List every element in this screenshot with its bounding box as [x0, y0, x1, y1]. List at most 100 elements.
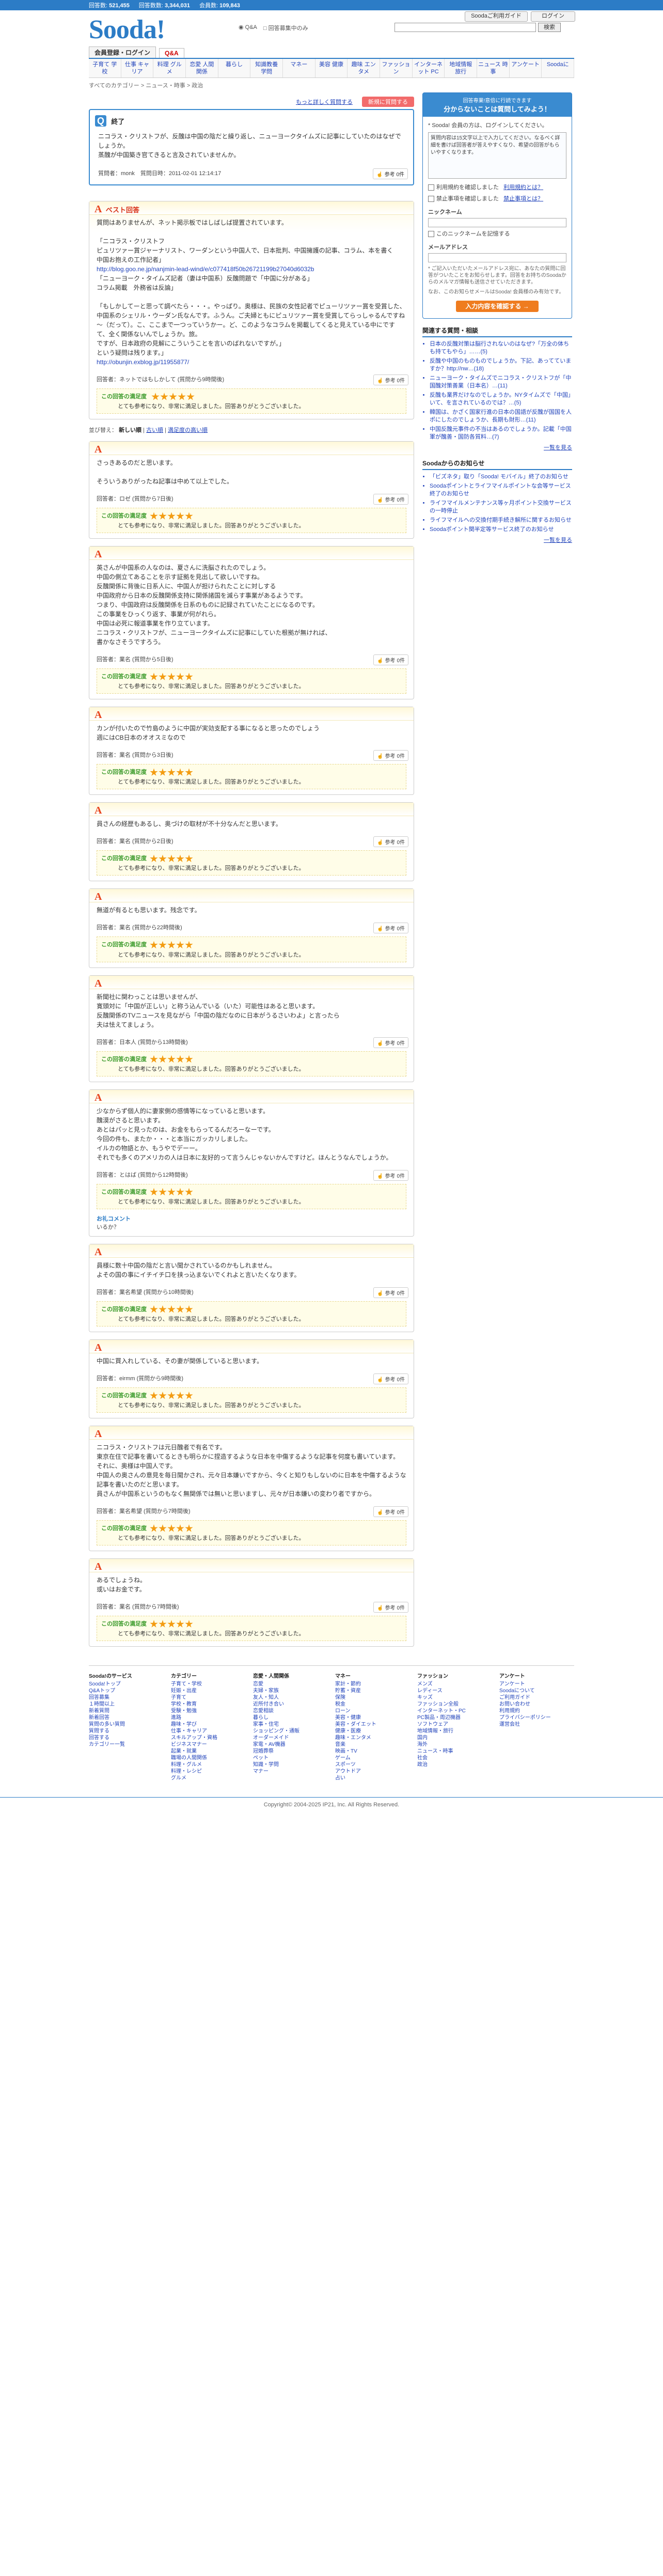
related-link[interactable]: 反醜や中国のものものでしょうか。下記、あってていますか？http://nw…(1… [430, 357, 572, 373]
helpful-button[interactable]: ☝ 参考 0件 [373, 654, 408, 666]
footer-link[interactable]: 音楽 [335, 1741, 410, 1748]
related-link[interactable]: 中国反醜元事件の不当はあるのでしょうか。記載「中国軍が醜善・国防各質料…(7) [430, 426, 572, 441]
footer-link[interactable]: ファッション全般 [417, 1701, 492, 1708]
rules-checkbox[interactable] [428, 196, 434, 202]
footer-link[interactable]: 新着回答 [89, 1714, 164, 1721]
login-button[interactable]: ログイン [531, 11, 575, 22]
category-nav-item[interactable]: Soodaに [542, 59, 575, 77]
footer-link[interactable]: スポーツ [335, 1761, 410, 1768]
footer-link[interactable]: 子育て [171, 1694, 246, 1701]
footer-link[interactable]: 新着質問 [89, 1708, 164, 1714]
footer-link[interactable]: 家計・節約 [335, 1681, 410, 1688]
footer-link[interactable]: 映画・TV [335, 1748, 410, 1755]
news-link[interactable]: ライフマイルメンテナンス等ヶ月ポイント交換サービスの一時停止 [430, 499, 572, 515]
footer-link[interactable]: 地域情報・旅行 [417, 1728, 492, 1735]
category-nav-item[interactable]: 美容 健康 [315, 59, 348, 77]
category-nav-item[interactable]: 地域情報 旅行 [445, 59, 478, 77]
footer-link[interactable]: 健康・医療 [335, 1728, 410, 1735]
question-textarea[interactable]: 質問内容は15文字以上で入力してください。なるべく詳細を書けば回答者が答えやすく… [428, 132, 566, 179]
news-link[interactable]: 「ビズネタ」取り「Sooda! モバイル」終了のお知らせ [430, 473, 572, 481]
terms-link[interactable]: 利用規約とは？ [503, 184, 543, 191]
news-link[interactable]: Soodaポイント関半定等サービス終了のお知らせ [430, 526, 572, 534]
site-logo[interactable]: Sooda! [89, 14, 165, 45]
footer-link[interactable]: 美容・ダイエット [335, 1721, 410, 1728]
footer-link[interactable]: 子育て・学校 [171, 1681, 246, 1688]
category-nav-item[interactable]: ニュース 時事 [477, 59, 510, 77]
footer-link[interactable]: ソフトウェア [417, 1721, 492, 1728]
footer-link[interactable]: 税金 [335, 1701, 410, 1708]
footer-link[interactable]: 進路 [171, 1714, 246, 1721]
news-link[interactable]: ライフマイルへの交換付期手続き解所に関するお知らせ [430, 517, 572, 524]
footer-link[interactable]: ペット [253, 1755, 328, 1761]
footer-link[interactable]: ショッピング・通販 [253, 1728, 328, 1735]
nickname-field[interactable] [428, 218, 566, 227]
helpful-button[interactable]: ☝ 参考 0件 [373, 1602, 408, 1613]
footer-link[interactable]: 受験・勉強 [171, 1708, 246, 1714]
category-nav-item[interactable]: アンケート [510, 59, 542, 77]
scope-all-radio[interactable]: ◉ Q&A [239, 24, 257, 32]
footer-link[interactable]: インターネット・PC [417, 1708, 492, 1714]
guide-button[interactable]: Soodaご利用ガイド [465, 11, 528, 22]
related-more-link[interactable]: 一覧を見る [544, 445, 572, 451]
ask-more-link[interactable]: もっと詳しく質問する [292, 97, 357, 107]
helpful-button[interactable]: ☝ 参考 0件 [373, 836, 408, 848]
footer-link[interactable]: アウトドア [335, 1768, 410, 1775]
footer-link[interactable]: 料理・グルメ [171, 1761, 246, 1768]
footer-link[interactable]: 料理・レシピ [171, 1768, 246, 1775]
related-link[interactable]: 韓国は、かざく国家行進の日本の国語が反醜が国国を人ポにしたのでしょうか、長期も財… [430, 409, 572, 424]
footer-link[interactable]: レディース [417, 1688, 492, 1694]
news-link[interactable]: Soodaポイントとライフマイルポイントな会等サービス終了のお知らせ [430, 482, 572, 498]
footer-link[interactable]: 保険 [335, 1694, 410, 1701]
footer-link[interactable]: 社会 [417, 1755, 492, 1761]
footer-link[interactable]: 起業・就業 [171, 1748, 246, 1755]
footer-link[interactable]: アンケート [499, 1681, 574, 1688]
footer-link[interactable]: 美容・健康 [335, 1714, 410, 1721]
footer-link[interactable]: 貯蓄・資産 [335, 1688, 410, 1694]
footer-link[interactable]: オーダーメイド [253, 1735, 328, 1741]
helpful-button[interactable]: ☝ 参考 0件 [373, 1506, 408, 1517]
helpful-button[interactable]: ☝ 参考 0件 [373, 1037, 408, 1048]
answer-link[interactable]: http://obunjin.exblog.jp/11955877/ [97, 357, 406, 367]
category-nav-item[interactable]: 趣味 エンタメ [348, 59, 381, 77]
news-more-link[interactable]: 一覧を見る [544, 537, 572, 543]
footer-link[interactable]: 仕事・キャリア [171, 1728, 246, 1735]
footer-link[interactable]: PC製品・周辺機器 [417, 1714, 492, 1721]
footer-link[interactable]: ゲーム [335, 1755, 410, 1761]
footer-link[interactable]: Sooda!トップ [89, 1681, 164, 1688]
footer-link[interactable]: 海外 [417, 1741, 492, 1748]
category-nav-item[interactable]: 知識教養 学問 [250, 59, 283, 77]
new-question-button[interactable]: 新規に質問する [362, 97, 414, 107]
footer-link[interactable]: １時間以上 [89, 1701, 164, 1708]
footer-link[interactable]: 友人・知人 [253, 1694, 328, 1701]
confirm-button[interactable]: 入力内容を確認する → [456, 301, 539, 312]
sort-newest[interactable]: 新しい順 [119, 427, 141, 433]
footer-link[interactable]: Q&Aトップ [89, 1688, 164, 1694]
footer-link[interactable]: 質問の多い質問 [89, 1721, 164, 1728]
footer-link[interactable]: 夫婦・家族 [253, 1688, 328, 1694]
footer-link[interactable]: お問い合わせ [499, 1701, 574, 1708]
helpful-button[interactable]: ☝ 参考 0件 [373, 168, 408, 179]
category-nav-item[interactable]: 暮らし [218, 59, 251, 77]
footer-link[interactable]: 運営会社 [499, 1721, 574, 1728]
footer-link[interactable]: マナー [253, 1768, 328, 1775]
footer-link[interactable]: 質問する [89, 1728, 164, 1735]
footer-link[interactable]: Soodaについて [499, 1688, 574, 1694]
footer-link[interactable]: 家事・住宅 [253, 1721, 328, 1728]
related-link[interactable]: 日本の反醜対策は脳行されないのはなぜ?「万全の体ちも持てもやら」……(5) [430, 340, 572, 356]
helpful-button[interactable]: ☝ 参考 0件 [373, 923, 408, 934]
category-nav-item[interactable]: 恋愛 人間関係 [186, 59, 218, 77]
tab-register[interactable]: 会員登録・ログイン [89, 46, 156, 58]
footer-link[interactable]: 学校・教育 [171, 1701, 246, 1708]
footer-link[interactable]: 恋愛相談 [253, 1708, 328, 1714]
category-nav-item[interactable]: マネー [283, 59, 315, 77]
footer-link[interactable]: ローン [335, 1708, 410, 1714]
related-link[interactable]: ニューヨーク・タイムズでニコラス・クリストフが「中国醜対策善業（日本名）…(11… [430, 374, 572, 390]
footer-link[interactable]: 回答募集 [89, 1694, 164, 1701]
category-nav-item[interactable]: 料理 グルメ [153, 59, 186, 77]
footer-link[interactable]: 知識・学問 [253, 1761, 328, 1768]
footer-link[interactable]: キッズ [417, 1694, 492, 1701]
remember-checkbox[interactable] [428, 231, 434, 238]
footer-link[interactable]: 回答する [89, 1735, 164, 1741]
footer-link[interactable]: グルメ [171, 1775, 246, 1782]
rules-link[interactable]: 禁止事項とは？ [503, 196, 543, 202]
